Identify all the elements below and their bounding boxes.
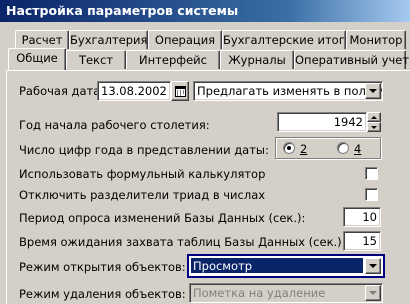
chevron-down-icon: [369, 89, 377, 93]
formula-calc-checkbox[interactable]: [365, 167, 378, 180]
spin-down-icon: [371, 125, 377, 129]
open-mode-select[interactable]: Просмотр: [187, 254, 385, 278]
year-digits-label: Число цифр года в представлении даты:: [19, 143, 269, 157]
tab-interfeis[interactable]: Интерфейс: [126, 50, 220, 69]
open-mode-value: Просмотр: [191, 258, 363, 273]
lock-wait-label: Время ожидания захвата таблиц Базы Данны…: [19, 235, 346, 249]
window-title: Настройка параметров системы: [0, 0, 410, 22]
delete-mode-label: Режим удаления объектов:: [19, 287, 186, 301]
work-date-mode-dropdown[interactable]: [365, 83, 381, 99]
tab-buh-itogi[interactable]: Бухгалтерские итоги: [222, 30, 352, 49]
century-field[interactable]: 1942: [277, 112, 367, 132]
delete-mode-select[interactable]: Пометка на удаление: [189, 283, 383, 303]
year-digits-label-4: 4: [354, 142, 362, 156]
work-date-field[interactable]: 13.08.2002: [97, 81, 171, 101]
open-mode-dropdown[interactable]: [365, 258, 381, 274]
delete-mode-value: Пометка на удаление: [193, 286, 326, 300]
tab-zhurnaly[interactable]: Журналы: [220, 50, 294, 69]
calendar-icon: [174, 85, 186, 97]
tab-row-back: Расчет Бухгалтерия Операция Бухгалтерски…: [0, 30, 410, 50]
tab-buhgalteriya[interactable]: Бухгалтерия: [69, 30, 148, 49]
tab-raschet[interactable]: Расчет: [15, 30, 69, 49]
lock-wait-field[interactable]: 15: [343, 231, 381, 251]
poll-period-label: Период опроса изменений Базы Данных (сек…: [19, 211, 306, 225]
work-date-label: Рабочая дата:: [19, 84, 105, 98]
poll-period-field[interactable]: 10: [343, 207, 381, 227]
delete-mode-dropdown[interactable]: [365, 285, 381, 301]
century-spin-up[interactable]: [367, 112, 381, 122]
work-date-mode-select[interactable]: Предлагать изменять в полночь: [193, 81, 383, 101]
spin-up-icon: [371, 115, 377, 119]
open-mode-label: Режим открытия объектов:: [19, 260, 186, 274]
century-spin-down[interactable]: [367, 122, 381, 132]
tab-obshchie[interactable]: Общие: [8, 48, 66, 70]
tab-row-front: Общие Текст Интерфейс Журналы Оперативны…: [0, 48, 410, 70]
year-digits-radio-4[interactable]: [337, 142, 349, 154]
tab-operativnyi-uchet[interactable]: Оперативный учет: [294, 50, 409, 69]
tab-monitor[interactable]: Монитор: [346, 30, 406, 49]
century-label: Год начала рабочего столетия:: [19, 118, 210, 132]
work-date-mode-value: Предлагать изменять в полночь: [197, 84, 383, 98]
year-digits-label-2: 2: [300, 142, 308, 156]
chevron-down-icon: [369, 291, 377, 295]
formula-calc-label: Использовать формульный калькулятор: [19, 167, 266, 181]
disable-triads-label: Отключить разделители триад в числах: [19, 188, 266, 202]
settings-panel: Рабочая дата: 13.08.2002 Предлагать изме…: [6, 70, 410, 304]
chevron-down-icon: [369, 264, 377, 268]
tab-operaciya[interactable]: Операция: [148, 30, 222, 49]
tab-tekst[interactable]: Текст: [66, 50, 126, 69]
year-digits-radio-2[interactable]: [283, 142, 295, 154]
calendar-button[interactable]: [171, 81, 189, 101]
disable-triads-checkbox[interactable]: [365, 188, 378, 201]
